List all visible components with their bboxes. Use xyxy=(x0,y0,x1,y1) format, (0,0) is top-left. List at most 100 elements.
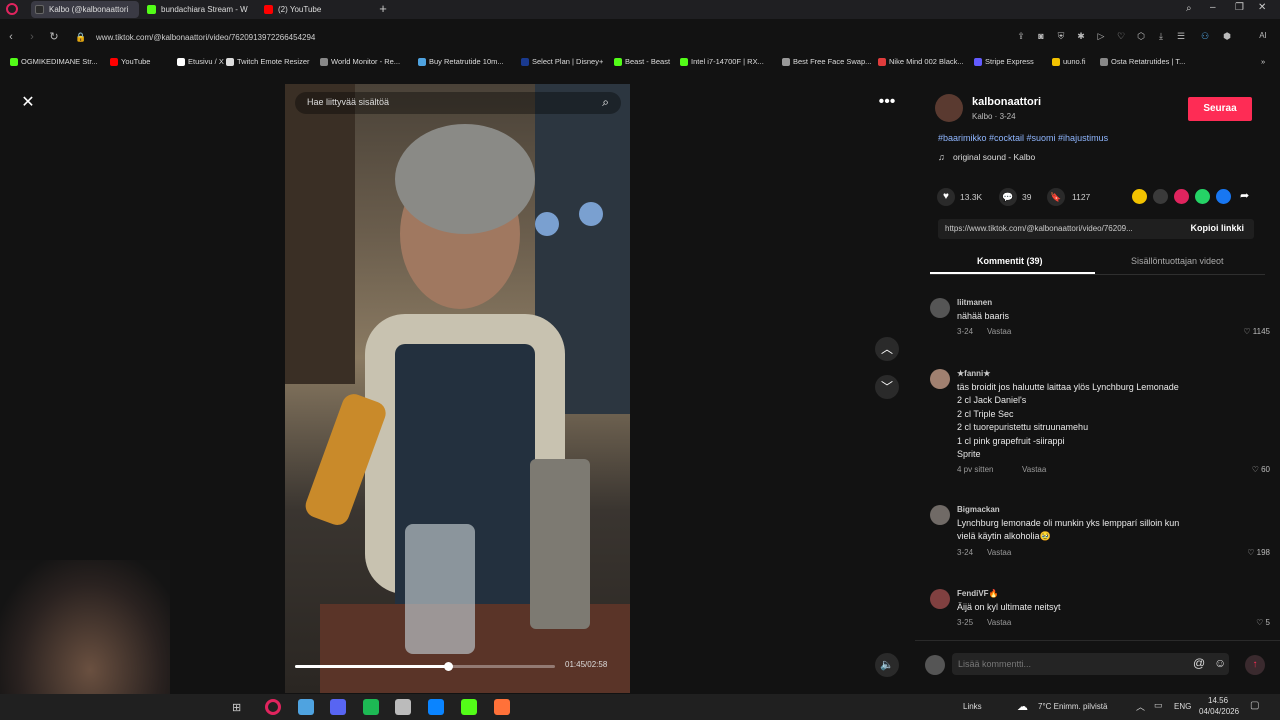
avatar[interactable] xyxy=(930,369,950,389)
notifications-icon[interactable]: ▢ xyxy=(1250,700,1259,711)
share-arrow-icon[interactable]: ➦ xyxy=(1240,189,1249,202)
comment-button[interactable]: 💬 xyxy=(999,188,1017,206)
close-icon[interactable]: ✕ xyxy=(19,94,37,112)
author-name[interactable]: kalbonaattori xyxy=(972,96,1041,108)
play-icon[interactable]: ▷ xyxy=(1096,31,1106,41)
firefox-icon[interactable] xyxy=(494,699,510,715)
comment-username[interactable]: liitmanen xyxy=(957,298,992,307)
cube-icon[interactable]: ⬡ xyxy=(1136,31,1146,41)
edge-icon[interactable] xyxy=(428,699,444,715)
ai-icon[interactable]: ⬢ xyxy=(1222,31,1232,41)
copy-link-button[interactable]: Kopioi linkki xyxy=(1190,223,1244,233)
bookmark-item[interactable]: Twitch Emote Resizer xyxy=(226,54,310,70)
bookmark-button[interactable]: 🔖 xyxy=(1047,188,1065,206)
reply-button[interactable]: Vastaa xyxy=(987,548,1011,557)
game-icon[interactable] xyxy=(461,699,477,715)
coin-icon[interactable] xyxy=(1132,189,1147,204)
emoji-icon[interactable]: ☺ xyxy=(1214,656,1226,670)
sound-name[interactable]: original sound - Kalbo xyxy=(953,152,1035,162)
bookmark-item[interactable]: World Monitor - Re... xyxy=(320,54,400,70)
bookmark-item[interactable]: uuno.fi xyxy=(1052,54,1086,70)
url-field[interactable]: www.tiktok.com/@kalbonaattori/video/7620… xyxy=(96,31,315,45)
chevron-down-icon[interactable]: ﹀ xyxy=(875,375,899,399)
download-icon[interactable]: ⤓ xyxy=(1156,31,1166,41)
facebook-icon[interactable] xyxy=(1216,189,1231,204)
bookmark-item[interactable]: Intel i7-14700F | RX... xyxy=(680,54,764,70)
avatar[interactable] xyxy=(930,298,950,318)
task-view-icon[interactable]: ⊞ xyxy=(232,701,241,714)
discord-icon[interactable] xyxy=(330,699,346,715)
comment-username[interactable]: Bigmackan xyxy=(957,505,1000,514)
reply-button[interactable]: Vastaa xyxy=(987,327,1011,336)
extensions-icon[interactable]: ✱ xyxy=(1076,31,1086,41)
opera-logo-icon[interactable] xyxy=(6,3,18,15)
menu-icon[interactable]: ☰ xyxy=(1176,31,1186,41)
share-page-icon[interactable]: ⇪ xyxy=(1016,31,1026,41)
whatsapp-icon[interactable] xyxy=(1195,189,1210,204)
reply-button[interactable]: Vastaa xyxy=(987,618,1011,627)
volume-icon[interactable]: 🔈 xyxy=(875,653,899,677)
video-player[interactable]: Hae liittyvää sisältöä ⌕ 01:45/02:58 xyxy=(285,84,630,693)
bookmark-item[interactable]: Nike Mind 002 Black... xyxy=(878,54,964,70)
comment-like[interactable]: ♡ 198 xyxy=(1210,548,1270,557)
tray-chevron-icon[interactable]: ︿ xyxy=(1136,700,1145,713)
language[interactable]: ENG xyxy=(1174,702,1191,711)
close-window-icon[interactable]: ✕ xyxy=(1258,2,1266,13)
tab-comments[interactable]: Kommentit (39) xyxy=(977,256,1043,266)
like-button[interactable]: ♥ xyxy=(937,188,955,206)
bookmark-item[interactable]: YouTube xyxy=(110,54,150,70)
comment-input-box[interactable]: Lisää kommentti... @ ☺ xyxy=(952,653,1229,675)
shield-icon[interactable] xyxy=(395,699,411,715)
comment-like[interactable]: ♡ 60 xyxy=(1210,465,1270,474)
camera-icon[interactable]: ◙ xyxy=(1036,31,1046,41)
minimize-icon[interactable]: – xyxy=(1210,2,1216,13)
search-tabs-icon[interactable]: ⌕ xyxy=(1186,3,1192,14)
more-options-icon[interactable]: ••• xyxy=(877,94,897,112)
avatar[interactable] xyxy=(930,505,950,525)
search-input[interactable]: Hae liittyvää sisältöä xyxy=(307,97,389,107)
tab-youtube[interactable]: (2) YouTube xyxy=(260,1,368,18)
heart-icon[interactable]: ♡ xyxy=(1116,31,1126,41)
links-toolbar[interactable]: Links xyxy=(963,702,982,711)
share-link[interactable]: https://www.tiktok.com/@kalbonaattori/vi… xyxy=(945,224,1133,233)
comment-like[interactable]: ♡ 1145 xyxy=(1210,327,1270,336)
bookmark-item[interactable]: Etusivu / X xyxy=(177,54,224,70)
avatar[interactable] xyxy=(930,589,950,609)
maximize-icon[interactable]: ❐ xyxy=(1235,2,1244,13)
forward-icon[interactable]: › xyxy=(25,30,39,44)
tab-kick[interactable]: bundachiara Stream - W xyxy=(143,1,251,18)
plus-icon[interactable]: + xyxy=(376,2,390,16)
chevron-up-icon[interactable]: ︿ xyxy=(875,337,899,361)
send-icon[interactable]: ↑ xyxy=(1245,655,1265,675)
tab-creator-videos[interactable]: Sisällöntuottajan videot xyxy=(1131,256,1224,266)
bookmark-item[interactable]: Buy Retatrutide 10m... xyxy=(418,54,504,70)
progress-track[interactable] xyxy=(295,662,555,671)
reload-icon[interactable]: ↻ xyxy=(47,30,61,44)
opera-icon[interactable] xyxy=(265,699,281,715)
profile-icon[interactable]: ⚇ xyxy=(1200,31,1210,41)
bookmark-item[interactable]: Stripe Express xyxy=(974,54,1034,70)
search-icon[interactable]: ⌕ xyxy=(602,95,609,110)
bookmark-item[interactable]: Select Plan | Disney+ xyxy=(521,54,603,70)
spotify-icon[interactable] xyxy=(363,699,379,715)
comment-username[interactable]: FendiVF🔥 xyxy=(957,589,999,598)
follow-button[interactable]: Seuraa xyxy=(1188,97,1252,121)
bookmark-item[interactable]: OGMIKEDIMANE Str... xyxy=(10,54,98,70)
shield-icon[interactable]: ⛨ xyxy=(1056,31,1066,41)
bookmark-item[interactable]: Best Free Face Swap... xyxy=(782,54,871,70)
comment-username[interactable]: ★fanni★ xyxy=(957,369,990,378)
hashtags[interactable]: #baarimikko #cocktail #suomi #ihajustimu… xyxy=(938,133,1108,143)
reply-button[interactable]: Vastaa xyxy=(1022,465,1046,474)
bookmark-item[interactable]: Beast - Beast xyxy=(614,54,670,70)
bookmark-item[interactable]: Osta Retatrutides | T... xyxy=(1100,54,1185,70)
tab-tiktok[interactable]: Kalbo (@kalbonaattori xyxy=(31,1,139,18)
send-to-friends-icon[interactable] xyxy=(1174,189,1189,204)
comment-like[interactable]: ♡ 5 xyxy=(1210,618,1270,627)
embed-icon[interactable] xyxy=(1153,189,1168,204)
avatar[interactable] xyxy=(935,94,963,122)
mention-icon[interactable]: @ xyxy=(1193,656,1205,670)
aria-icon[interactable]: AI xyxy=(1252,31,1274,41)
search-bar[interactable]: Hae liittyvää sisältöä ⌕ xyxy=(295,92,621,114)
weather[interactable]: 7°C Enimm. pilvistä xyxy=(1038,702,1107,711)
paint-icon[interactable] xyxy=(298,699,314,715)
